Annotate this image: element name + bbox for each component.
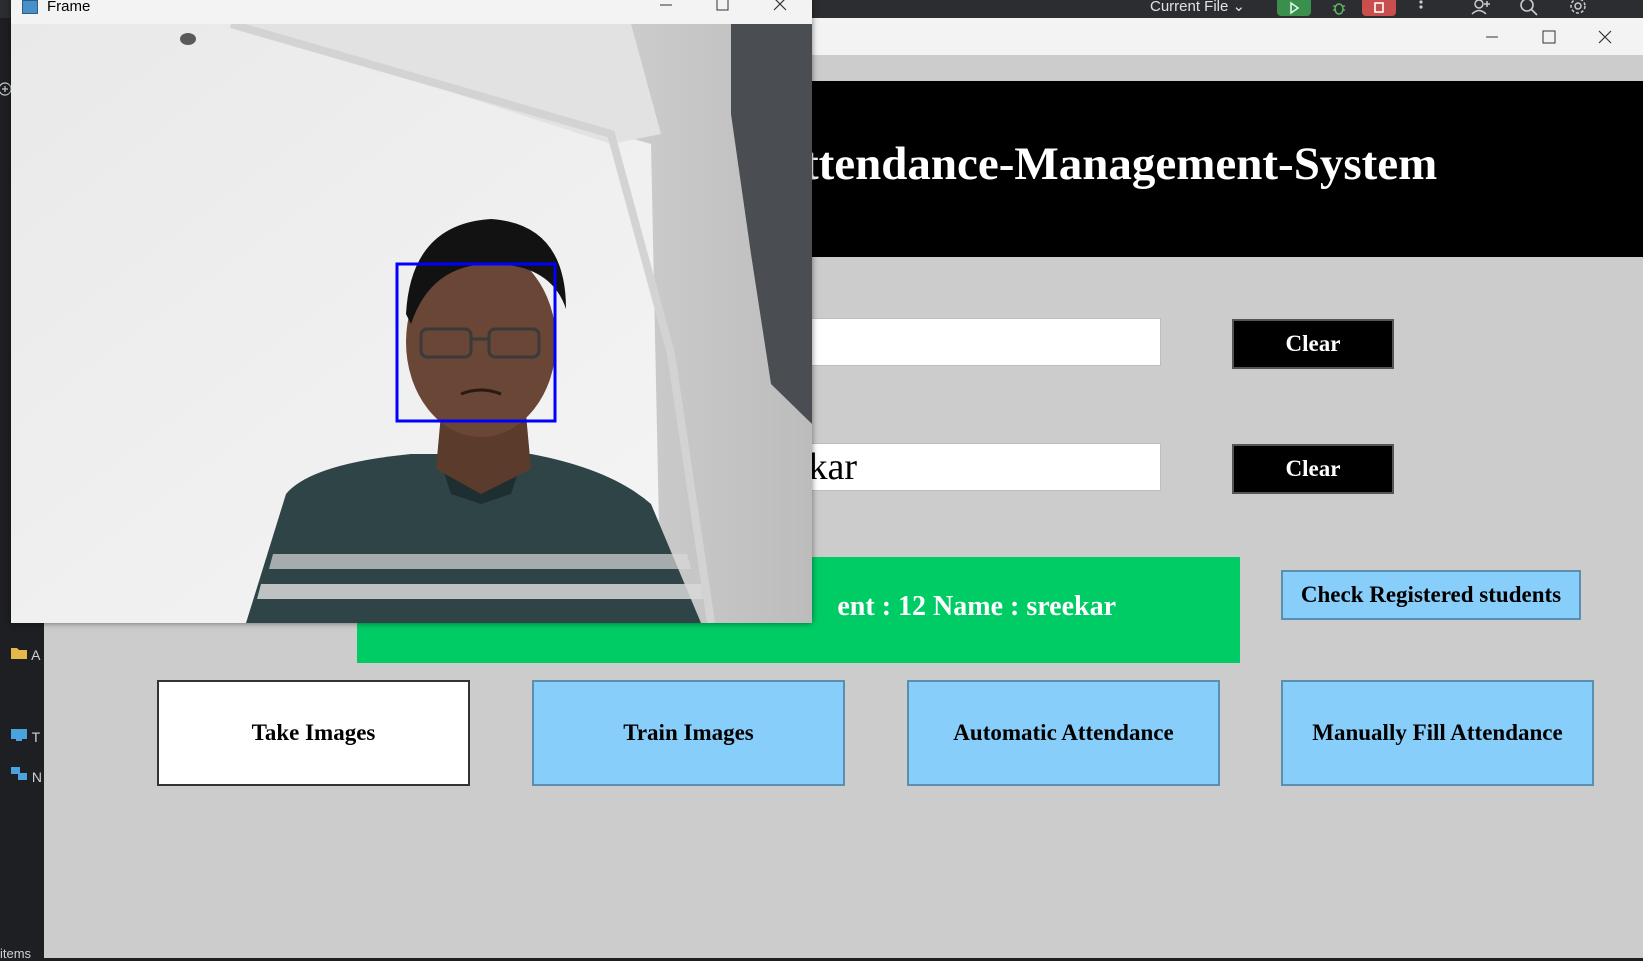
debug-button[interactable] <box>1322 0 1356 16</box>
camera-frame-window: Frame <box>11 0 812 623</box>
gear-icon[interactable] <box>1567 0 1589 18</box>
frame-titlebar[interactable]: Frame <box>11 0 812 24</box>
sidebar-computer-item[interactable]: T <box>10 728 40 745</box>
frame-title: Frame <box>47 0 91 15</box>
manual-attendance-button[interactable]: Manually Fill Attendance <box>1281 680 1594 786</box>
search-icon[interactable] <box>1518 0 1540 18</box>
sidebar-folder-item[interactable]: A <box>10 646 40 663</box>
check-registered-students-button[interactable]: Check Registered students <box>1281 570 1581 620</box>
run-icon <box>1290 1 1300 15</box>
frame-close-icon[interactable] <box>771 0 791 17</box>
take-images-button[interactable]: Take Images <box>157 680 470 786</box>
stop-button[interactable] <box>1362 0 1396 16</box>
notification-text: ent : 12 Name : sreekar <box>837 591 1116 622</box>
camera-feed-image <box>11 24 812 623</box>
minimize-icon[interactable] <box>1481 26 1503 48</box>
stop-icon <box>1374 2 1384 13</box>
sidebar-network-item[interactable]: N <box>10 766 42 785</box>
take-images-label: Take Images <box>251 720 376 745</box>
close-icon[interactable] <box>1594 26 1616 48</box>
run-config-selector[interactable]: Current File ⌄ <box>1150 0 1245 15</box>
sidebar-item-label: N <box>31 769 43 785</box>
run-button[interactable] <box>1277 0 1311 16</box>
clear-enrollment-button[interactable]: Clear <box>1232 319 1394 369</box>
train-images-label: Train Images <box>623 720 754 745</box>
network-icon <box>11 767 27 780</box>
automatic-attendance-button[interactable]: Automatic Attendance <box>907 680 1220 786</box>
frame-minimize-icon[interactable] <box>656 0 676 17</box>
clear-name-button[interactable]: Clear <box>1232 444 1394 494</box>
maximize-icon[interactable] <box>1538 26 1560 48</box>
automatic-attendance-label: Automatic Attendance <box>953 720 1174 745</box>
status-items-count: items <box>0 946 32 961</box>
run-config-label: Current File <box>1150 0 1229 15</box>
app-window-icon <box>22 0 38 14</box>
folder-icon <box>11 648 27 659</box>
sidebar-item-label: A <box>31 647 41 663</box>
sidebar-item-label: T <box>31 729 41 745</box>
add-user-icon[interactable] <box>1470 0 1492 18</box>
more-icon[interactable] <box>1410 0 1432 18</box>
manual-attendance-label: Manually Fill Attendance <box>1312 720 1563 745</box>
name-value: kar <box>808 446 857 488</box>
bug-icon <box>1333 3 1345 15</box>
page-title: Attendance-Management-System <box>769 138 1438 190</box>
monitor-icon <box>11 729 27 741</box>
frame-maximize-icon[interactable] <box>713 0 733 17</box>
train-images-button[interactable]: Train Images <box>532 680 845 786</box>
